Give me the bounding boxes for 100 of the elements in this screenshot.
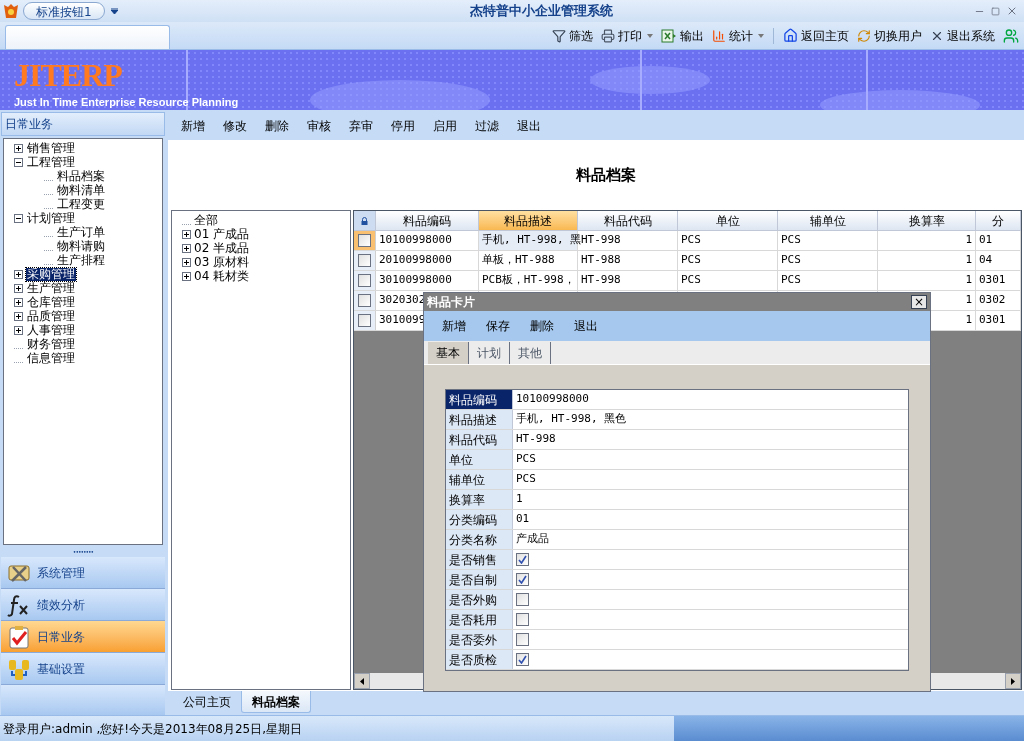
action-button[interactable]: 弃审 — [340, 114, 382, 138]
tree-item[interactable]: 生产排程 — [56, 253, 106, 267]
dialog-action-button[interactable]: 退出 — [564, 314, 608, 338]
scroll-right-button[interactable] — [1005, 673, 1021, 689]
table-cell: PCS — [781, 272, 801, 289]
field-value[interactable]: 产成品 — [516, 531, 549, 548]
tree-item[interactable]: 品质管理 — [26, 309, 76, 323]
filter-icon — [552, 28, 566, 43]
row-checkbox[interactable] — [358, 234, 371, 247]
field-value[interactable]: PCS — [516, 471, 536, 488]
column-header[interactable]: 辅单位 — [778, 211, 878, 230]
page-title: 料品档案 — [576, 164, 636, 186]
toolbar-button[interactable]: 打印 — [598, 24, 656, 47]
tree-item[interactable]: 料品档案 — [56, 169, 106, 183]
expand-icon[interactable] — [14, 311, 23, 321]
close-button[interactable]: × — [911, 295, 927, 309]
field-value[interactable]: PCS — [516, 451, 536, 468]
expand-icon[interactable] — [14, 283, 23, 293]
field-label: 是否质检 — [449, 651, 497, 669]
collapse-icon[interactable] — [14, 157, 23, 167]
scroll-left-button[interactable] — [354, 673, 370, 689]
field-value[interactable]: 1 — [516, 491, 523, 508]
page-tab[interactable]: 公司主页 — [173, 691, 241, 713]
action-button[interactable]: 审核 — [298, 114, 340, 138]
expand-icon[interactable] — [182, 243, 191, 253]
expand-icon[interactable] — [182, 271, 191, 281]
field-value[interactable]: HT-998 — [516, 431, 556, 448]
row-checkbox[interactable] — [358, 254, 371, 267]
field-value[interactable]: 手机, HT-998, 黑色 — [516, 411, 627, 428]
column-header[interactable]: 料品描述 — [479, 211, 578, 230]
expand-icon[interactable] — [14, 297, 23, 307]
dialog-tab[interactable]: 其他 — [510, 342, 551, 364]
checkbox[interactable] — [516, 573, 529, 586]
field-value[interactable]: 01 — [516, 511, 530, 528]
tree-item[interactable]: 信息管理 — [26, 351, 76, 365]
field-label: 单位 — [449, 451, 473, 469]
nav-button[interactable]: 日常业务 — [1, 621, 165, 653]
expand-icon[interactable] — [14, 143, 23, 153]
tree-item[interactable]: 销售管理 — [26, 141, 76, 155]
tree-item[interactable]: 工程管理 — [26, 155, 76, 169]
column-header[interactable]: 分 — [976, 211, 1021, 230]
action-button[interactable]: 启用 — [424, 114, 466, 138]
action-button[interactable]: 修改 — [214, 114, 256, 138]
expand-icon[interactable] — [14, 269, 23, 279]
quick-access-button[interactable]: 标准按钮1 — [23, 2, 105, 20]
toolbar-button[interactable]: 切换用户 — [854, 24, 925, 47]
dialog-tab[interactable]: 基本 — [428, 342, 469, 364]
tree-item[interactable]: 财务管理 — [26, 337, 76, 351]
dialog-action-button[interactable]: 新增 — [432, 314, 476, 338]
dialog-tab[interactable]: 计划 — [469, 342, 510, 364]
expand-icon[interactable] — [182, 229, 191, 239]
checkbox[interactable] — [516, 613, 529, 626]
toolbar-button[interactable]: 统计 — [709, 24, 767, 47]
toolbar-button[interactable]: 筛选 — [549, 24, 596, 47]
nav-button[interactable]: 基础设置 — [1, 653, 165, 685]
table-cell: PCB板，HT-998， — [482, 272, 575, 289]
nav-button[interactable]: 系统管理 — [1, 557, 165, 589]
checkbox[interactable] — [516, 653, 529, 666]
row-checkbox[interactable] — [358, 274, 371, 287]
action-button[interactable]: 新增 — [172, 114, 214, 138]
tree-item[interactable]: 仓库管理 — [26, 295, 76, 309]
collapse-icon[interactable] — [14, 213, 23, 223]
dialog-action-button[interactable]: 删除 — [520, 314, 564, 338]
panel-header: 日常业务 — [1, 112, 165, 136]
action-button[interactable]: 删除 — [256, 114, 298, 138]
table-cell: 01 — [979, 232, 993, 249]
expand-icon[interactable] — [182, 257, 191, 267]
row-checkbox[interactable] — [358, 314, 371, 327]
tree-item[interactable]: 采购管理 — [26, 267, 76, 281]
tree-item[interactable]: 计划管理 — [26, 211, 76, 225]
tree-item[interactable]: 生产订单 — [56, 225, 106, 239]
check-icon — [518, 575, 527, 584]
table-cell: 20100998000 — [379, 252, 452, 269]
tree-item[interactable]: 物料清单 — [56, 183, 106, 197]
tree-item[interactable]: 工程变更 — [56, 197, 106, 211]
action-button[interactable]: 退出 — [508, 114, 550, 138]
tree-item[interactable]: 生产管理 — [26, 281, 76, 295]
tree-item[interactable]: 物料请购 — [56, 239, 106, 253]
tree-item[interactable]: 人事管理 — [26, 323, 76, 337]
row-checkbox[interactable] — [358, 294, 371, 307]
action-button[interactable]: 过滤 — [466, 114, 508, 138]
toolbar-button[interactable]: 返回主页 — [780, 24, 852, 47]
page-tab[interactable]: 料品档案 — [241, 691, 311, 713]
column-header[interactable]: 换算率 — [878, 211, 976, 230]
toolbar-button[interactable]: 退出系统 — [927, 24, 998, 47]
field-value[interactable]: 10100998000 — [516, 391, 589, 408]
table-cell: PCS — [681, 232, 701, 249]
close-icon[interactable] — [1006, 5, 1018, 17]
checkbox[interactable] — [516, 633, 529, 646]
checkbox[interactable] — [516, 553, 529, 566]
dropdown-icon[interactable] — [110, 8, 118, 14]
toolbar-button[interactable]: 输出 — [658, 24, 707, 47]
nav-button[interactable]: 绩效分析 — [1, 589, 165, 621]
checkbox[interactable] — [516, 593, 529, 606]
table-cell: 1 — [965, 232, 972, 249]
expand-icon[interactable] — [14, 325, 23, 335]
action-button[interactable]: 停用 — [382, 114, 424, 138]
column-header[interactable]: 单位 — [678, 211, 778, 230]
dialog-action-button[interactable]: 保存 — [476, 314, 520, 338]
column-header[interactable]: 料品代码 — [578, 211, 678, 230]
